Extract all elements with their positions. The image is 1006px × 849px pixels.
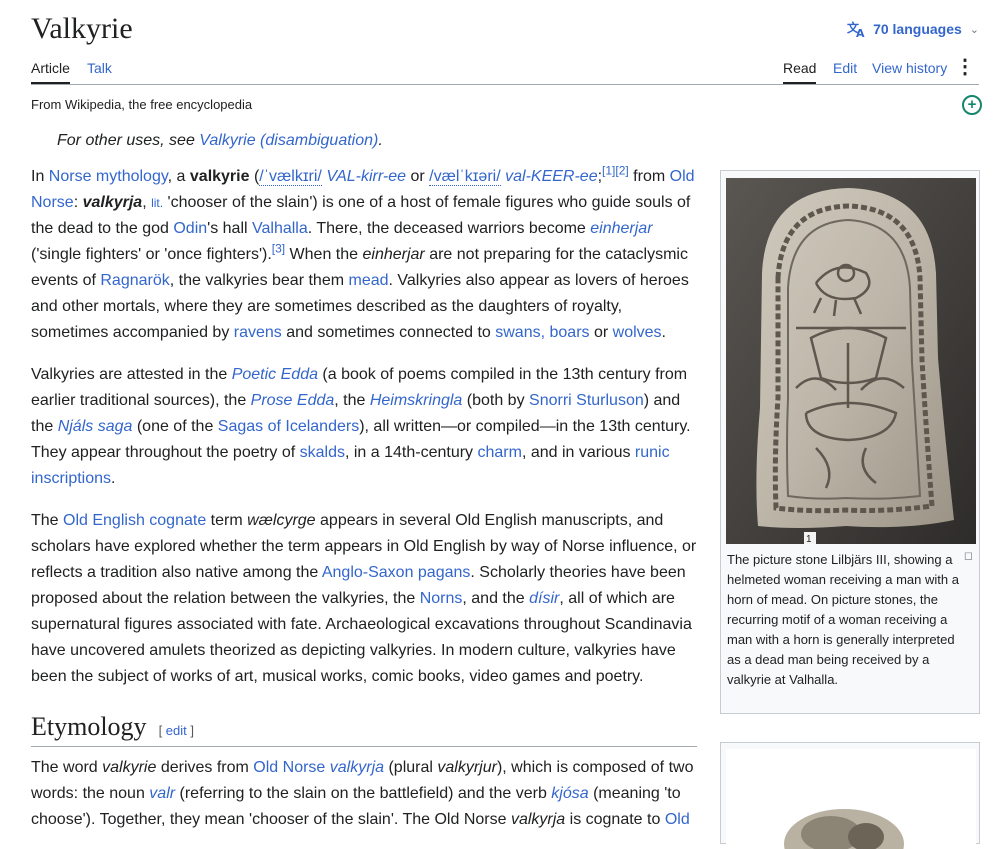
link-charm[interactable]: charm [478, 444, 522, 461]
link-swans-boars[interactable]: swans, boars [495, 324, 589, 341]
link-poetic-edda[interactable]: Poetic Edda [232, 366, 318, 383]
infobox-figure: 1 The picture stone Lilbjärs III, showin… [720, 170, 980, 714]
second-figure-image[interactable] [726, 749, 976, 849]
link-respelling-2[interactable]: val-KEER-ee [505, 168, 597, 185]
link-sagas-of-icelanders[interactable]: Sagas of Icelanders [218, 418, 359, 435]
picture-stone-image[interactable]: 1 [726, 178, 976, 544]
stone-number-label: 1 [806, 534, 812, 544]
link-anglo-saxon-pagans[interactable]: Anglo-Saxon pagans [322, 564, 471, 581]
link-valkyrja[interactable]: valkyrja [330, 759, 384, 776]
link-valhalla[interactable]: Valhalla [252, 220, 308, 237]
link-ragnarok[interactable]: Ragnarök [100, 272, 169, 289]
link-snorri-sturluson[interactable]: Snorri Sturluson [529, 392, 644, 409]
link-skalds[interactable]: skalds [300, 444, 345, 461]
enlarge-icon[interactable]: ◻ [964, 549, 973, 562]
edit-section-link[interactable]: edit [166, 723, 187, 738]
link-heimskringla[interactable]: Heimskringla [370, 392, 462, 409]
link-old-norse-2[interactable]: Old Norse [253, 759, 325, 776]
site-tagline: From Wikipedia, the free encyclopedia [31, 97, 253, 112]
link-old[interactable]: Old [665, 811, 690, 828]
language-count: 70 languages [873, 21, 962, 37]
figure-caption: The picture stone Lilbjärs III, showing … [727, 552, 959, 687]
link-ravens[interactable]: ravens [234, 324, 282, 341]
tab-article[interactable]: Article [31, 60, 70, 84]
ref-3[interactable]: [3] [272, 242, 285, 256]
paragraph-etymology: The word valkyrie derives from Old Norse… [31, 759, 694, 828]
link-respelling-1[interactable]: VAL-kirr-ee [326, 168, 406, 185]
ref-1[interactable]: [1] [602, 164, 615, 178]
link-norse-mythology[interactable]: Norse mythology [49, 168, 168, 185]
hatnote: For other uses, see Valkyrie (disambigua… [57, 132, 383, 149]
link-prose-edda[interactable]: Prose Edda [251, 392, 335, 409]
tab-view-history[interactable]: View history [872, 60, 947, 82]
tab-edit[interactable]: Edit [833, 60, 857, 82]
ref-2[interactable]: [2] [615, 164, 628, 178]
translate-icon: 文 A [847, 20, 865, 38]
link-kjosa[interactable]: kjósa [551, 785, 588, 802]
tab-talk[interactable]: Talk [87, 60, 112, 82]
page-tabs: Article Talk Read Edit View history ⋮ [31, 56, 979, 85]
svg-text:A: A [856, 27, 865, 38]
link-disir[interactable]: dísir [529, 590, 559, 607]
page-title: Valkyrie [31, 12, 133, 45]
article-body: In Norse mythology, a valkyrie (/ˈvælkɪr… [31, 164, 701, 849]
link-old-english-cognate[interactable]: Old English cognate [63, 512, 206, 529]
link-mead[interactable]: mead [349, 272, 389, 289]
section-heading-etymology: Etymology[ edit ] [31, 714, 697, 747]
chevron-down-icon: ⌄ [969, 23, 979, 36]
add-to-watchlist-icon[interactable]: + [962, 95, 982, 115]
language-button[interactable]: 文 A 70 languages ⌄ [847, 20, 979, 38]
tab-read[interactable]: Read [783, 60, 817, 84]
link-einherjar[interactable]: einherjar [590, 220, 652, 237]
link-ipa-2[interactable]: /vælˈkɪəri/ [429, 168, 501, 186]
link-valr[interactable]: valr [149, 785, 175, 802]
section-edit: [ edit ] [158, 723, 194, 738]
link-wolves[interactable]: wolves [613, 324, 662, 341]
link-norns[interactable]: Norns [420, 590, 463, 607]
link-lit[interactable]: lit. [151, 196, 163, 210]
link-njals-saga[interactable]: Njáls saga [58, 418, 133, 435]
paragraph-attestations: Valkyries are attested in the Poetic Edd… [31, 366, 691, 487]
link-odin[interactable]: Odin [173, 220, 207, 237]
link-disambiguation[interactable]: Valkyrie (disambiguation) [199, 132, 378, 149]
more-menu-icon[interactable]: ⋮ [955, 56, 975, 78]
link-ipa-1[interactable]: /ˈvælkɪri/ [259, 168, 322, 186]
paragraph-old-english: The Old English cognate term wælcyrge ap… [31, 512, 697, 685]
second-figure [720, 742, 980, 849]
paragraph-intro: In Norse mythology, a valkyrie (/ˈvælkɪr… [31, 163, 695, 341]
